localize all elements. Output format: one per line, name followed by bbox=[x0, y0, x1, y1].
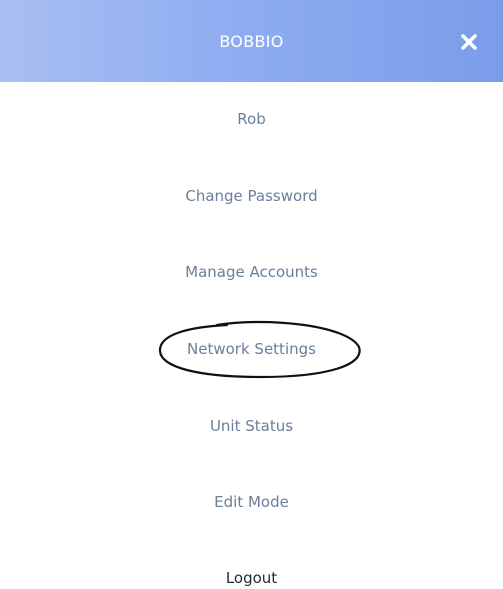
close-icon bbox=[461, 34, 477, 50]
menu-screen: BOBBIO Rob Change Password Manage Accoun… bbox=[0, 0, 503, 589]
app-title: BOBBIO bbox=[219, 32, 284, 51]
logout-button[interactable]: Logout bbox=[0, 563, 503, 589]
close-button[interactable] bbox=[459, 32, 479, 52]
header-bar: BOBBIO bbox=[0, 0, 503, 82]
menu-item-change-password[interactable]: Change Password bbox=[0, 181, 503, 211]
menu-item-profile[interactable]: Rob bbox=[0, 104, 503, 134]
menu-item-manage-accounts[interactable]: Manage Accounts bbox=[0, 257, 503, 287]
menu-item-network-settings[interactable]: Network Settings bbox=[0, 334, 503, 364]
menu-item-unit-status[interactable]: Unit Status bbox=[0, 411, 503, 441]
menu-item-edit-mode[interactable]: Edit Mode bbox=[0, 487, 503, 517]
